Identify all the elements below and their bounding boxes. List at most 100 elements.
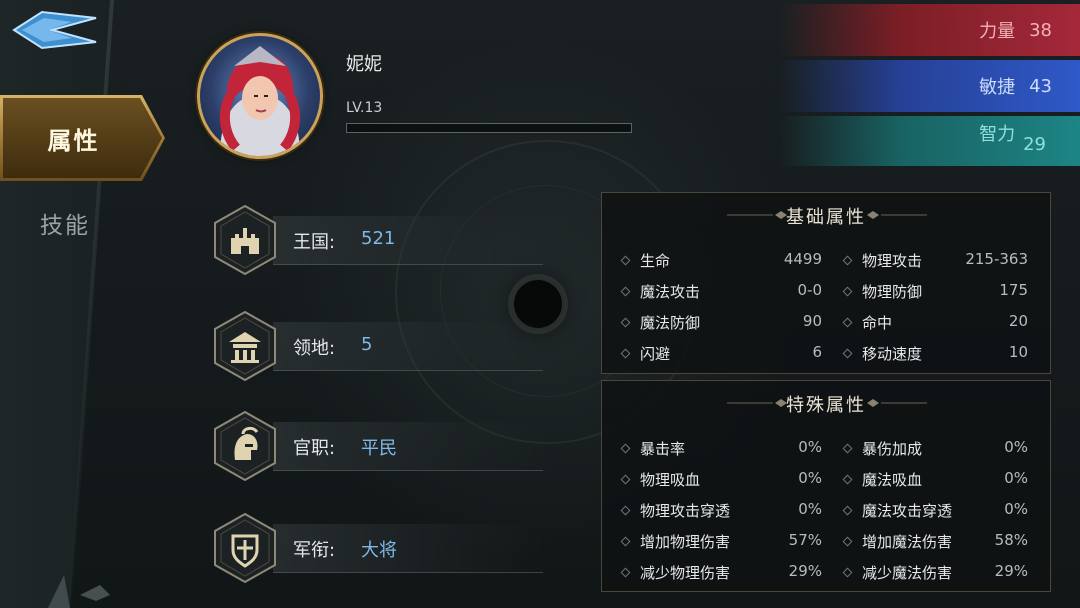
attr-name: 物理防御 [862,283,923,301]
attr-value: 57% [788,531,822,549]
attr-value: 20 [1008,312,1028,330]
bullet-icon [842,286,853,297]
back-arrow-icon [12,10,97,50]
info-label-office: 官职: [293,438,336,459]
stat-strength-label: 力量 [979,21,1016,42]
special-attributes-title: 特殊属性 [786,395,866,416]
attr-value: 6 [812,343,822,361]
stat-strength: 力量 38 [780,4,1080,56]
basic-attributes-panel: 基础属性 生命 4499 物理攻击 215-363 魔法攻击 0-0 物理防御 175 … [601,192,1051,374]
castle-icon [214,204,276,276]
attr-cell: 物理吸血 0% [620,468,822,490]
stat-agility-label: 敏捷 [979,77,1016,98]
attr-name: 魔法防御 [640,314,701,332]
attr-value: 0% [1004,500,1028,518]
attr-name: 命中 [862,314,893,332]
hero-avatar[interactable] [197,33,323,159]
attr-cell: 物理防御 175 [842,280,1028,302]
bullet-icon [620,317,631,328]
title-right-ornament-icon [867,211,927,219]
stat-intellect: 智力 29 [780,116,1080,166]
attr-cell: 减少物理伤害 29% [620,561,822,583]
bullet-icon [842,317,853,328]
basic-attributes-title: 基础属性 [786,207,866,228]
stat-strength-value: 38 [1029,19,1052,41]
attr-cell: 增加物理伤害 57% [620,530,822,552]
info-row-office: 官职: 平民 [213,410,543,482]
stat-intellect-label: 智力 [979,124,1016,145]
xp-bar [346,123,632,133]
attr-name: 物理攻击 [862,252,923,270]
attr-value: 0% [798,469,822,487]
attr-cell: 魔法攻击穿透 0% [842,499,1028,521]
title-right-ornament-icon [867,399,927,407]
attr-value: 4499 [783,250,822,268]
tab-attributes[interactable]: 属性 [0,95,165,181]
attr-value: 0% [798,438,822,456]
bullet-icon [842,567,853,578]
back-button[interactable] [12,8,98,52]
info-label-rank: 军衔: [293,540,336,561]
bullet-icon [842,505,853,516]
attr-cell: 暴伤加成 0% [842,437,1028,459]
attr-cell: 生命 4499 [620,249,822,271]
attr-cell: 闪避 6 [620,342,822,364]
info-value-rank: 大将 [361,540,397,561]
attr-cell: 暴击率 0% [620,437,822,459]
tab-skills[interactable]: 技能 [20,200,110,246]
attr-name: 魔法攻击 [640,283,701,301]
attr-value: 0-0 [797,281,823,299]
stat-agility: 敏捷 43 [780,60,1080,112]
attr-name: 增加物理伤害 [640,533,731,551]
info-row-kingdom: 王国: 521 [213,204,543,276]
attr-value: 0% [1004,438,1028,456]
attr-cell: 减少魔法伤害 29% [842,561,1028,583]
attr-value: 29% [994,562,1028,580]
hero-level: LV.13 [346,100,383,116]
shield-cross-icon [214,512,276,584]
attr-cell: 魔法防御 90 [620,311,822,333]
bullet-icon [620,474,631,485]
info-label-territory: 领地: [293,338,336,359]
corner-ornament-icon [48,575,110,608]
attr-name: 暴击率 [640,440,686,458]
attr-cell: 魔法吸血 0% [842,468,1028,490]
attr-value: 0% [798,500,822,518]
attr-name: 物理吸血 [640,471,701,489]
bullet-icon [620,443,631,454]
attr-name: 减少物理伤害 [640,564,731,582]
info-value-office: 平民 [361,438,397,459]
attr-cell: 物理攻击穿透 0% [620,499,822,521]
bullet-icon [620,255,631,266]
territory-icon [214,310,276,382]
attr-name: 闪避 [640,345,671,363]
bullet-icon [842,443,853,454]
hero-name: 妮妮 [346,54,382,75]
info-row-territory: 领地: 5 [213,310,543,382]
bullet-icon [620,536,631,547]
bullet-icon [842,474,853,485]
attr-value: 10 [1008,343,1028,361]
attr-cell: 物理攻击 215-363 [842,249,1028,271]
bullet-icon [620,505,631,516]
attr-cell: 命中 20 [842,311,1028,333]
bullet-icon [620,567,631,578]
attr-name: 暴伤加成 [862,440,923,458]
attr-name: 增加魔法伤害 [862,533,953,551]
attr-name: 减少魔法伤害 [862,564,953,582]
bullet-icon [842,348,853,359]
bullet-icon [620,348,631,359]
attr-name: 魔法吸血 [862,471,923,489]
attr-value: 90 [802,312,822,330]
attr-value: 215-363 [965,250,1028,268]
info-value-kingdom: 521 [361,228,396,249]
bullet-icon [842,255,853,266]
tab-skills-label: 技能 [40,213,90,239]
attr-name: 移动速度 [862,345,923,363]
info-row-rank: 军衔: 大将 [213,512,543,584]
attr-value: 175 [999,281,1028,299]
special-attributes-panel: 特殊属性 暴击率 0% 暴伤加成 0% 物理吸血 0% 魔法吸血 0% 物理攻击穿透 0%… [601,380,1051,592]
info-value-territory: 5 [361,334,373,355]
stat-intellect-value: 29 [1023,134,1046,155]
helmet-icon [214,410,276,482]
